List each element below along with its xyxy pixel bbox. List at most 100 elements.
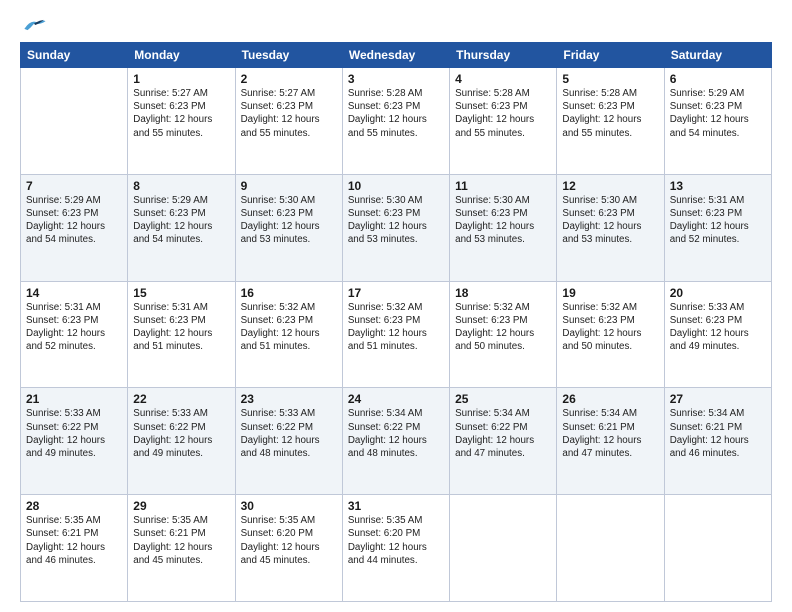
day-info: Sunrise: 5:28 AM Sunset: 6:23 PM Dayligh… — [348, 87, 444, 140]
day-number: 26 — [562, 392, 658, 406]
day-info: Sunrise: 5:35 AM Sunset: 6:21 PM Dayligh… — [26, 514, 122, 567]
day-info: Sunrise: 5:34 AM Sunset: 6:21 PM Dayligh… — [562, 407, 658, 460]
day-info: Sunrise: 5:32 AM Sunset: 6:23 PM Dayligh… — [562, 301, 658, 354]
day-info: Sunrise: 5:32 AM Sunset: 6:23 PM Dayligh… — [348, 301, 444, 354]
day-info: Sunrise: 5:35 AM Sunset: 6:20 PM Dayligh… — [348, 514, 444, 567]
day-number: 14 — [26, 286, 122, 300]
day-number: 30 — [241, 499, 337, 513]
day-info: Sunrise: 5:33 AM Sunset: 6:22 PM Dayligh… — [26, 407, 122, 460]
day-info: Sunrise: 5:28 AM Sunset: 6:23 PM Dayligh… — [562, 87, 658, 140]
calendar-cell: 3Sunrise: 5:28 AM Sunset: 6:23 PM Daylig… — [342, 68, 449, 175]
calendar-cell — [21, 68, 128, 175]
day-info: Sunrise: 5:30 AM Sunset: 6:23 PM Dayligh… — [455, 194, 551, 247]
calendar-cell: 15Sunrise: 5:31 AM Sunset: 6:23 PM Dayli… — [128, 281, 235, 388]
day-number: 19 — [562, 286, 658, 300]
calendar-header-wednesday: Wednesday — [342, 43, 449, 68]
day-number: 4 — [455, 72, 551, 86]
calendar-cell: 2Sunrise: 5:27 AM Sunset: 6:23 PM Daylig… — [235, 68, 342, 175]
calendar-cell: 9Sunrise: 5:30 AM Sunset: 6:23 PM Daylig… — [235, 174, 342, 281]
calendar-week-4: 21Sunrise: 5:33 AM Sunset: 6:22 PM Dayli… — [21, 388, 772, 495]
day-number: 27 — [670, 392, 766, 406]
calendar-week-5: 28Sunrise: 5:35 AM Sunset: 6:21 PM Dayli… — [21, 495, 772, 602]
day-info: Sunrise: 5:34 AM Sunset: 6:22 PM Dayligh… — [348, 407, 444, 460]
calendar-cell: 11Sunrise: 5:30 AM Sunset: 6:23 PM Dayli… — [450, 174, 557, 281]
calendar-header-sunday: Sunday — [21, 43, 128, 68]
calendar-week-2: 7Sunrise: 5:29 AM Sunset: 6:23 PM Daylig… — [21, 174, 772, 281]
day-info: Sunrise: 5:34 AM Sunset: 6:22 PM Dayligh… — [455, 407, 551, 460]
day-number: 6 — [670, 72, 766, 86]
calendar-cell: 7Sunrise: 5:29 AM Sunset: 6:23 PM Daylig… — [21, 174, 128, 281]
header — [20, 16, 772, 34]
calendar-cell: 29Sunrise: 5:35 AM Sunset: 6:21 PM Dayli… — [128, 495, 235, 602]
calendar-header-monday: Monday — [128, 43, 235, 68]
day-info: Sunrise: 5:31 AM Sunset: 6:23 PM Dayligh… — [670, 194, 766, 247]
day-info: Sunrise: 5:30 AM Sunset: 6:23 PM Dayligh… — [562, 194, 658, 247]
day-number: 10 — [348, 179, 444, 193]
calendar-cell: 13Sunrise: 5:31 AM Sunset: 6:23 PM Dayli… — [664, 174, 771, 281]
calendar-header-tuesday: Tuesday — [235, 43, 342, 68]
day-number: 3 — [348, 72, 444, 86]
calendar-header-thursday: Thursday — [450, 43, 557, 68]
day-number: 29 — [133, 499, 229, 513]
day-number: 18 — [455, 286, 551, 300]
calendar-cell: 31Sunrise: 5:35 AM Sunset: 6:20 PM Dayli… — [342, 495, 449, 602]
day-info: Sunrise: 5:33 AM Sunset: 6:22 PM Dayligh… — [241, 407, 337, 460]
day-info: Sunrise: 5:29 AM Sunset: 6:23 PM Dayligh… — [133, 194, 229, 247]
calendar-cell: 10Sunrise: 5:30 AM Sunset: 6:23 PM Dayli… — [342, 174, 449, 281]
day-number: 28 — [26, 499, 122, 513]
day-info: Sunrise: 5:35 AM Sunset: 6:20 PM Dayligh… — [241, 514, 337, 567]
calendar-cell: 30Sunrise: 5:35 AM Sunset: 6:20 PM Dayli… — [235, 495, 342, 602]
page: SundayMondayTuesdayWednesdayThursdayFrid… — [0, 0, 792, 612]
calendar-cell: 20Sunrise: 5:33 AM Sunset: 6:23 PM Dayli… — [664, 281, 771, 388]
calendar-week-3: 14 Sunrise: 5:31 AM Sunset: 6:23 PM Dayli… — [21, 281, 772, 388]
calendar-cell: 23Sunrise: 5:33 AM Sunset: 6:22 PM Dayli… — [235, 388, 342, 495]
calendar-table: SundayMondayTuesdayWednesdayThursdayFrid… — [20, 42, 772, 602]
calendar-cell: 27Sunrise: 5:34 AM Sunset: 6:21 PM Dayli… — [664, 388, 771, 495]
day-info: Sunrise: 5:32 AM Sunset: 6:23 PM Dayligh… — [241, 301, 337, 354]
calendar-cell: 12Sunrise: 5:30 AM Sunset: 6:23 PM Dayli… — [557, 174, 664, 281]
day-number: 25 — [455, 392, 551, 406]
calendar-cell — [450, 495, 557, 602]
calendar-cell: 14Sunrise: 5:31 AM Sunset: 6:23 PM Dayli… — [21, 281, 128, 388]
day-info: Sunrise: 5:27 AM Sunset: 6:23 PM Dayligh… — [133, 87, 229, 140]
day-number: 31 — [348, 499, 444, 513]
day-number: 22 — [133, 392, 229, 406]
calendar-cell: 6Sunrise: 5:29 AM Sunset: 6:23 PM Daylig… — [664, 68, 771, 175]
day-info: Sunrise: 5:28 AM Sunset: 6:23 PM Dayligh… — [455, 87, 551, 140]
calendar-cell: 21Sunrise: 5:33 AM Sunset: 6:22 PM Dayli… — [21, 388, 128, 495]
logo-icon — [20, 16, 48, 34]
day-info: Sunrise: 5:35 AM Sunset: 6:21 PM Dayligh… — [133, 514, 229, 567]
calendar-cell: 8Sunrise: 5:29 AM Sunset: 6:23 PM Daylig… — [128, 174, 235, 281]
calendar-week-1: 1Sunrise: 5:27 AM Sunset: 6:23 PM Daylig… — [21, 68, 772, 175]
calendar-cell: 4Sunrise: 5:28 AM Sunset: 6:23 PM Daylig… — [450, 68, 557, 175]
calendar-cell: 18Sunrise: 5:32 AM Sunset: 6:23 PM Dayli… — [450, 281, 557, 388]
calendar-cell: 22Sunrise: 5:33 AM Sunset: 6:22 PM Dayli… — [128, 388, 235, 495]
calendar-cell: 5Sunrise: 5:28 AM Sunset: 6:23 PM Daylig… — [557, 68, 664, 175]
day-number: 24 — [348, 392, 444, 406]
calendar-cell — [664, 495, 771, 602]
day-number: 16 — [241, 286, 337, 300]
day-number: 12 — [562, 179, 658, 193]
calendar-header-friday: Friday — [557, 43, 664, 68]
day-info: Sunrise: 5:33 AM Sunset: 6:22 PM Dayligh… — [133, 407, 229, 460]
calendar-cell: 25Sunrise: 5:34 AM Sunset: 6:22 PM Dayli… — [450, 388, 557, 495]
day-number: 7 — [26, 179, 122, 193]
calendar-cell: 16Sunrise: 5:32 AM Sunset: 6:23 PM Dayli… — [235, 281, 342, 388]
calendar-cell: 17Sunrise: 5:32 AM Sunset: 6:23 PM Dayli… — [342, 281, 449, 388]
day-number: 1 — [133, 72, 229, 86]
day-info: Sunrise: 5:27 AM Sunset: 6:23 PM Dayligh… — [241, 87, 337, 140]
day-number: 5 — [562, 72, 658, 86]
calendar-cell: 19Sunrise: 5:32 AM Sunset: 6:23 PM Dayli… — [557, 281, 664, 388]
day-number: 20 — [670, 286, 766, 300]
calendar-header-saturday: Saturday — [664, 43, 771, 68]
calendar-cell: 28Sunrise: 5:35 AM Sunset: 6:21 PM Dayli… — [21, 495, 128, 602]
day-info: Sunrise: 5:29 AM Sunset: 6:23 PM Dayligh… — [26, 194, 122, 247]
calendar-cell — [557, 495, 664, 602]
day-info: Sunrise: 5:32 AM Sunset: 6:23 PM Dayligh… — [455, 301, 551, 354]
day-number: 15 — [133, 286, 229, 300]
day-info: Sunrise: 5:33 AM Sunset: 6:23 PM Dayligh… — [670, 301, 766, 354]
calendar-cell: 26Sunrise: 5:34 AM Sunset: 6:21 PM Dayli… — [557, 388, 664, 495]
logo — [20, 16, 52, 34]
day-info: Sunrise: 5:31 AM Sunset: 6:23 PM Dayligh… — [133, 301, 229, 354]
day-number: 9 — [241, 179, 337, 193]
